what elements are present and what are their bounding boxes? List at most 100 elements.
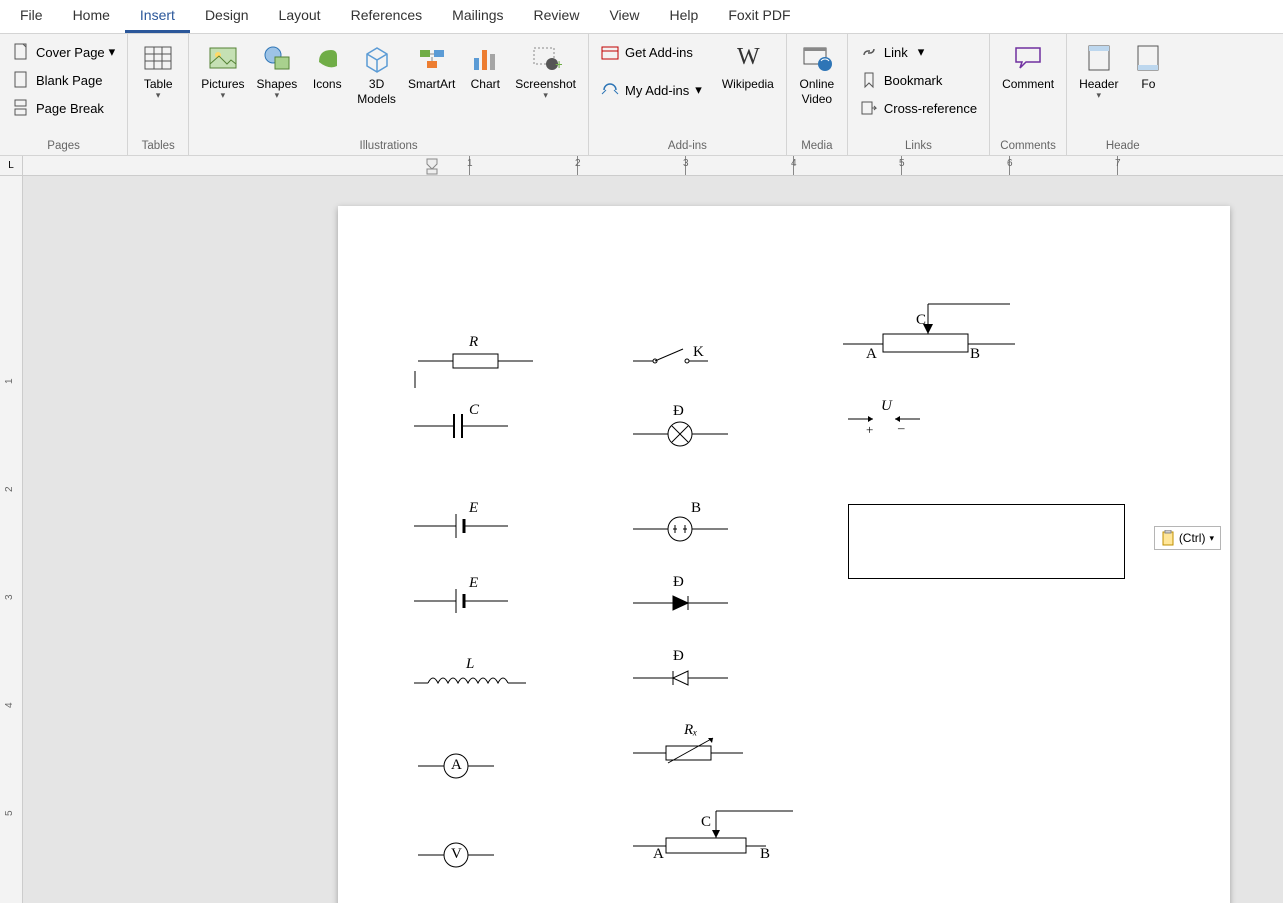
svg-text:W: W [737,44,760,70]
label-minus: – [898,420,905,436]
footer-icon [1130,40,1166,76]
group-comments-label: Comments [996,138,1060,155]
label-E2: E [469,575,478,592]
tab-layout[interactable]: Layout [264,0,336,33]
label-D3: Đ [673,648,684,665]
icons-button[interactable]: Icons [303,38,351,130]
my-addins-button[interactable]: My Add-ins ▾ [595,76,708,104]
shapes-button[interactable]: Shapes ▾ [251,38,304,130]
group-tables-label: Tables [134,138,182,155]
selected-textbox[interactable] [848,504,1125,579]
cross-reference-button[interactable]: Cross-reference [854,94,983,122]
group-links-label: Links [854,138,983,155]
dropdown-icon: ▾ [543,90,548,101]
symbol-cell-e2[interactable] [414,589,508,613]
online-video-label: Online Video [800,77,835,107]
video-icon [799,40,835,76]
dropdown-icon: ▾ [221,90,226,101]
tab-mailings[interactable]: Mailings [437,0,518,33]
label-K: K [693,344,704,361]
online-video-button[interactable]: Online Video [793,38,841,130]
tab-review[interactable]: Review [519,0,595,33]
footer-button[interactable]: Fo [1124,38,1172,130]
group-hf-label: Heade [1073,138,1172,155]
dropdown-icon: ▾ [156,90,161,101]
label-V: V [451,846,462,863]
wikipedia-icon: W [730,40,766,76]
chart-button[interactable]: Chart [461,38,509,130]
tab-file[interactable]: File [5,0,58,33]
header-button[interactable]: Header ▾ [1073,38,1124,130]
symbol-diode-reverse[interactable] [633,671,728,685]
blank-page-label: Blank Page [36,73,103,88]
pictures-icon [205,40,241,76]
symbol-cell-e1[interactable] [414,514,508,538]
page-break-label: Page Break [36,101,104,116]
cube-icon [359,40,395,76]
symbol-inductor[interactable] [414,678,526,683]
symbol-potentiometer-large[interactable] [843,304,1015,352]
blank-page-button[interactable]: Blank Page [6,66,109,94]
label-cC-sm: C [701,814,711,831]
label-cB-sm: B [760,846,770,863]
label-cA-sm: A [653,846,664,863]
label-B: B [691,500,701,517]
label-C: C [469,402,479,419]
tab-design[interactable]: Design [190,0,264,33]
link-label: Link [884,45,908,60]
label-D1: Đ [673,403,684,420]
get-addins-label: Get Add-ins [625,45,693,60]
header-icon [1081,40,1117,76]
page-break-icon [12,99,30,117]
wikipedia-button[interactable]: W Wikipedia [716,38,780,130]
link-button[interactable]: Link ▾ [854,38,930,66]
ribbon-body: Cover Page ▾ Blank Page Page Break Pages… [0,34,1283,156]
screenshot-button[interactable]: + Screenshot ▾ [509,38,582,130]
tab-foxitpdf[interactable]: Foxit PDF [713,0,805,33]
symbol-voltage[interactable] [848,416,920,422]
comment-button[interactable]: Comment [996,38,1060,130]
group-pages: Cover Page ▾ Blank Page Page Break Pages [0,34,128,155]
horizontal-ruler[interactable]: 1 2 3 4 5 6 7 [23,156,1283,175]
models-button[interactable]: 3D Models [351,38,402,130]
smartart-button[interactable]: SmartArt [402,38,461,130]
vertical-ruler[interactable]: 1 2 3 4 5 [0,176,23,903]
smartart-icon [414,40,450,76]
ribbon-tabs: File Home Insert Design Layout Reference… [0,0,1283,34]
symbol-resistor[interactable] [418,354,533,368]
work-area: 1 2 3 4 5 [0,176,1283,903]
page-scroll[interactable]: R C E E L A V K Đ B Đ Đ Rₓ A B C A B C U… [23,176,1283,903]
symbol-diode[interactable] [633,596,728,610]
tab-help[interactable]: Help [655,0,714,33]
get-addins-button[interactable]: Get Add-ins [595,38,708,66]
bookmark-button[interactable]: Bookmark [854,66,949,94]
smartart-label: SmartArt [408,77,455,92]
group-addins: Get Add-ins My Add-ins ▾ W Wikipedia Add… [589,34,787,155]
pictures-button[interactable]: Pictures ▾ [195,38,250,130]
wikipedia-label: Wikipedia [722,77,774,92]
my-addins-label: My Add-ins [625,83,689,98]
document-page[interactable]: R C E E L A V K Đ B Đ Đ Rₓ A B C A B C U… [338,206,1230,903]
table-button[interactable]: Table ▾ [134,38,182,130]
group-tables: Table ▾ Tables [128,34,189,155]
cover-page-button[interactable]: Cover Page ▾ [6,38,121,66]
symbol-capacitor[interactable] [414,414,508,438]
indent-marker[interactable] [426,156,438,175]
tab-view[interactable]: View [594,0,654,33]
tab-home[interactable]: Home [58,0,125,33]
tab-references[interactable]: References [336,0,438,33]
page-break-button[interactable]: Page Break [6,94,110,122]
tab-insert[interactable]: Insert [125,0,190,33]
symbol-motor[interactable] [633,517,728,541]
chart-icon [467,40,503,76]
label-cB: B [970,346,980,363]
label-D2: Đ [673,574,684,591]
dropdown-icon: ▾ [1209,533,1214,544]
ctrl-label: (Ctrl) [1179,531,1206,545]
clipboard-icon [1161,530,1175,546]
symbol-variable-resistor[interactable] [633,738,743,763]
symbol-lamp[interactable] [633,422,728,446]
paste-options-button[interactable]: (Ctrl) ▾ [1154,526,1221,550]
cross-ref-icon [860,99,878,117]
label-cC: C [916,312,926,329]
